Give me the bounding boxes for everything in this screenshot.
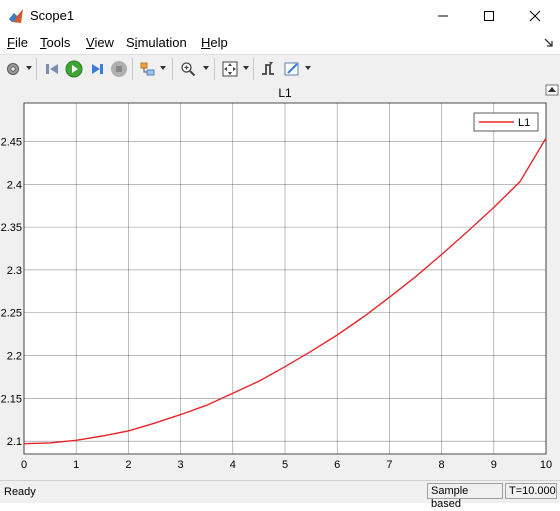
style-icon xyxy=(284,62,299,76)
window-title: Scope1 xyxy=(30,8,75,23)
x-tick-label: 9 xyxy=(491,459,497,471)
y-tick-label: 2.4 xyxy=(7,179,22,191)
status-bar: Ready Sample based T=10.000 xyxy=(0,480,560,510)
close-button[interactable] xyxy=(512,0,558,32)
y-tick-label: 2.45 xyxy=(1,137,22,149)
highlight-simulink-block-icon xyxy=(140,62,155,76)
autoscale-icon xyxy=(222,61,238,77)
maximize-icon xyxy=(484,11,494,21)
y-tick-label: 2.15 xyxy=(1,393,22,405)
matlab-scope-icon xyxy=(9,9,23,23)
autoscale-button[interactable] xyxy=(220,59,240,79)
y-tick-label: 2.3 xyxy=(7,265,22,277)
y-tick-label: 2.35 xyxy=(1,222,22,234)
menu-simulation[interactable]: Simulation xyxy=(126,35,187,50)
legend-label: L1 xyxy=(518,117,530,129)
run-icon xyxy=(65,60,83,78)
simulation-time: T=10.000 xyxy=(505,483,557,499)
close-icon xyxy=(529,10,541,22)
maximize-button[interactable] xyxy=(466,0,512,32)
y-tick-label: 2.25 xyxy=(1,308,22,320)
trigger-button[interactable] xyxy=(258,59,278,79)
highlight-simulink-block-button[interactable] xyxy=(138,59,158,79)
menu-tools[interactable]: Tools xyxy=(40,35,70,50)
title-bar: Scope1 xyxy=(0,0,560,32)
zoom-in-button[interactable] xyxy=(178,59,198,79)
zoom-in-icon xyxy=(181,62,196,77)
sample-mode-indicator: Sample based xyxy=(427,483,503,510)
x-tick-label: 0 xyxy=(21,459,27,471)
y-tick-label: 2.1 xyxy=(7,436,22,448)
menu-view[interactable]: View xyxy=(86,35,114,50)
step-forward-button[interactable] xyxy=(87,59,107,79)
chevron-down-icon[interactable] xyxy=(160,66,166,70)
x-tick-label: 3 xyxy=(178,459,184,471)
style-button[interactable] xyxy=(282,59,302,79)
y-tick-label: 2.2 xyxy=(7,351,22,363)
toolbar-separator xyxy=(132,58,133,80)
stop-icon xyxy=(111,61,127,77)
step-forward-icon xyxy=(92,64,103,74)
x-tick-label: 10 xyxy=(540,459,552,471)
x-tick-label: 2 xyxy=(125,459,131,471)
menu-file[interactable]: File xyxy=(7,35,28,50)
menu-help[interactable]: Help xyxy=(201,35,228,50)
x-tick-label: 8 xyxy=(439,459,445,471)
plot-area: L1 0 1 2 3 4 5 6 7 8 9 10 2.1 2.15 2.2 2.25 2.3 2.35 2.4 2.… xyxy=(0,83,560,480)
x-tick-label: 4 xyxy=(230,459,236,471)
toolbar-separator xyxy=(214,58,215,80)
chevron-down-icon[interactable] xyxy=(26,66,32,70)
minimize-button[interactable] xyxy=(420,0,466,32)
run-button[interactable] xyxy=(64,59,84,79)
chart-title: L1 xyxy=(278,86,292,100)
step-back-button[interactable] xyxy=(42,59,62,79)
x-tick-label: 6 xyxy=(334,459,340,471)
toolbar-separator xyxy=(253,58,254,80)
chevron-down-icon[interactable] xyxy=(203,66,209,70)
x-tick-label: 7 xyxy=(386,459,392,471)
undock-icon[interactable] xyxy=(544,38,554,48)
trigger-icon xyxy=(262,62,274,75)
toolbar-separator xyxy=(172,58,173,80)
toolbar xyxy=(0,54,560,84)
chevron-down-icon[interactable] xyxy=(243,66,249,70)
x-tick-label: 1 xyxy=(73,459,79,471)
chevron-down-icon[interactable] xyxy=(305,66,311,70)
menu-bar: File Tools View Simulation Help xyxy=(0,32,560,54)
minimize-icon xyxy=(438,15,448,17)
status-text: Ready xyxy=(4,486,36,498)
step-back-icon xyxy=(46,64,58,74)
stop-button[interactable] xyxy=(109,59,129,79)
x-tick-label: 5 xyxy=(282,459,288,471)
toolbar-separator xyxy=(36,58,37,80)
scope-chart[interactable]: L1 0 1 2 3 4 5 6 7 8 9 10 2.1 2.15 2.2 2.25 2.3 2.35 2.4 2.… xyxy=(0,83,560,480)
gear-icon xyxy=(7,63,19,75)
settings-button[interactable] xyxy=(3,59,23,79)
